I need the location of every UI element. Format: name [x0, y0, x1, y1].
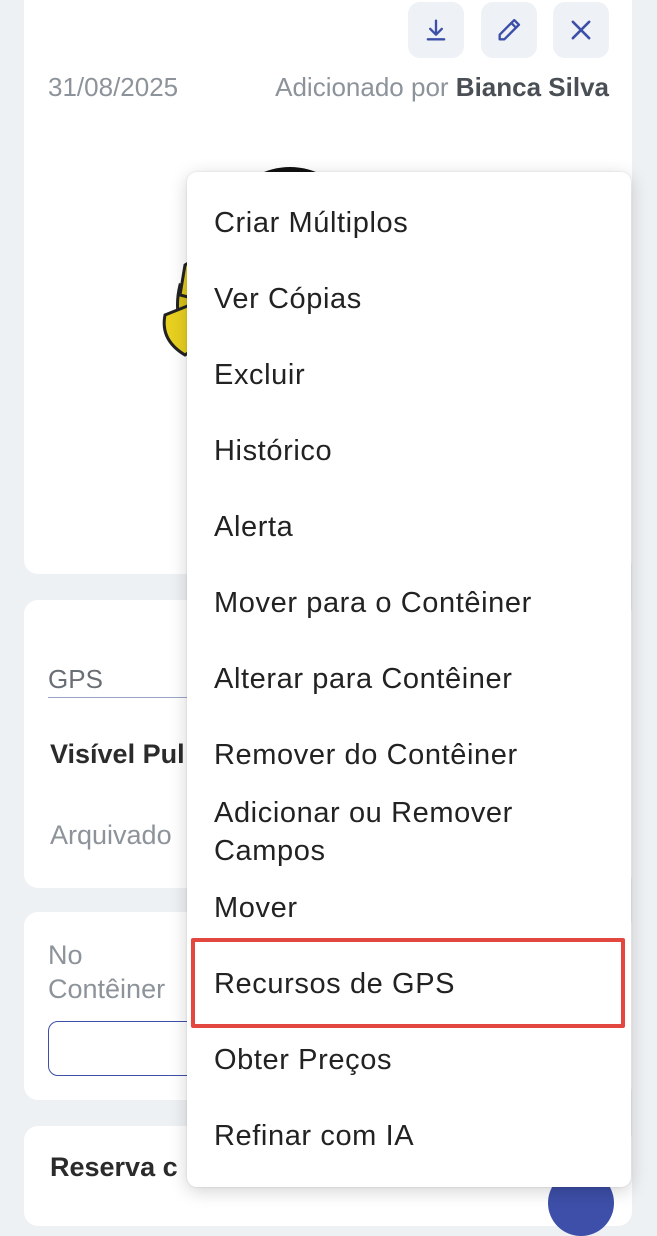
in-container-line2: Contêiner: [48, 974, 166, 1004]
menu-item-historico[interactable]: Histórico: [214, 432, 611, 470]
menu-item-refinar-ia[interactable]: Refinar com IA: [214, 1117, 611, 1155]
menu-item-ver-copias[interactable]: Ver Cópias: [214, 280, 611, 318]
archived-label: Arquivado: [50, 820, 172, 850]
menu-item-excluir[interactable]: Excluir: [214, 356, 611, 394]
menu-item-alterar-para-container[interactable]: Alterar para Contêiner: [214, 660, 611, 698]
actions-menu: Criar Múltiplos Ver Cópias Excluir Histó…: [187, 172, 631, 1187]
added-by-prefix: Adicionado por: [275, 72, 456, 102]
close-icon: [571, 20, 591, 40]
pencil-icon: [498, 18, 521, 41]
menu-item-remover-do-container[interactable]: Remover do Contêiner: [214, 736, 611, 774]
item-date: 31/08/2025: [48, 72, 179, 102]
menu-item-mover[interactable]: Mover: [214, 889, 611, 927]
menu-item-obter-precos[interactable]: Obter Preços: [214, 1041, 611, 1079]
reserva-label: Reserva c: [50, 1152, 178, 1182]
edit-button[interactable]: [481, 2, 537, 58]
menu-item-alerta[interactable]: Alerta: [214, 508, 611, 546]
menu-item-recursos-gps[interactable]: Recursos de GPS: [214, 965, 611, 1003]
added-by: Adicionado por Bianca Silva: [275, 72, 609, 103]
in-container-label: No Contêiner: [48, 938, 165, 1006]
added-by-name: Bianca Silva: [455, 72, 609, 102]
close-button[interactable]: [553, 2, 609, 58]
download-button[interactable]: [408, 2, 464, 58]
menu-item-mover-para-container[interactable]: Mover para o Contêiner: [214, 584, 611, 622]
menu-item-adicionar-remover-campos[interactable]: Adicionar ou Remover Campos: [214, 794, 611, 870]
in-container-line1: No: [48, 940, 83, 970]
gps-field-label[interactable]: GPS: [48, 664, 208, 698]
download-icon: [426, 19, 446, 41]
visible-public-label: Visível Pul: [50, 739, 185, 769]
menu-item-criar-multiplos[interactable]: Criar Múltiplos: [214, 204, 611, 242]
